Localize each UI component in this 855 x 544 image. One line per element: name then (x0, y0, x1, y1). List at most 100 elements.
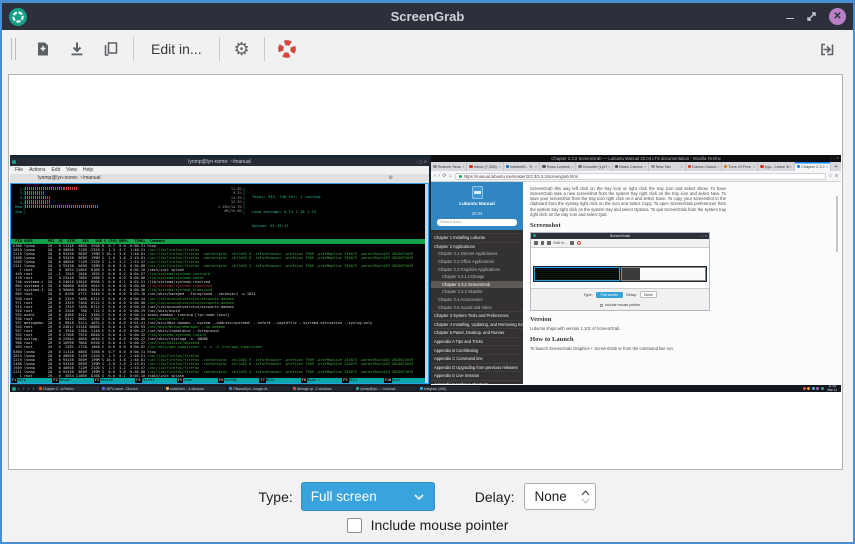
reload-icon: ⟳ (442, 174, 446, 179)
thumb-browser-tab: Inbox (7,358)× (467, 162, 503, 171)
htop-fkey-bar: F1HelpF2SetupF3SearchF4FilterF5TreeF6Sor… (11, 378, 425, 383)
tab-close-icon: × (790, 165, 792, 169)
settings-button[interactable]: ⚙ (225, 34, 259, 64)
close-button[interactable]: ✕ (829, 8, 846, 25)
taskbar-app-icon (293, 387, 296, 390)
tab-favicon (797, 165, 801, 169)
screengrab-logo-button[interactable] (270, 34, 304, 64)
taskbar-window-label: telegram (265) (424, 387, 446, 391)
manual-nav-item: Chapter 2.5 Sound and Video (431, 303, 523, 311)
manual-paragraph: ScreenGrab this way left click on the tr… (530, 186, 726, 217)
manual-nav-item: Chapter 2.2 Office Applications (431, 258, 523, 266)
quit-button[interactable] (810, 34, 844, 64)
taskbar-window-label: lximage-qt - 2 windows (297, 387, 331, 391)
htop-fkey: F4Filter (135, 378, 176, 383)
manual-nav-item: Chapter 2.3.2 ScreenGrab (431, 281, 523, 289)
taskbar-app-icon (420, 387, 423, 390)
fkey-label: Kill (349, 378, 384, 383)
toolbar: Edit in... ⚙ (2, 30, 853, 68)
save-button[interactable] (60, 34, 94, 64)
manual-nav-item: Chapter 2.1 Internet Applications (431, 250, 523, 258)
thumb-workspace-pager: 1 2 3 4 (18, 387, 36, 391)
toolbar-separator (264, 37, 265, 61)
meter-fill-red (41, 191, 45, 195)
screengrab-logo-icon (278, 40, 296, 58)
tray-icon (812, 387, 815, 390)
manual-nav-item: Chapter 2.4 Accessories (431, 296, 523, 304)
spin-down-icon[interactable] (581, 498, 590, 504)
toolbar-drag-handle[interactable] (11, 38, 16, 60)
mini-app-icon (533, 234, 536, 237)
tab-title: Tons Of Free Co (728, 164, 752, 169)
toolbar-separator (133, 37, 134, 61)
htop-fkey: F8Nice + (301, 378, 342, 383)
fkey-number: F10 (384, 378, 393, 383)
delay-spinbox[interactable]: None (524, 483, 596, 510)
meter-fill-red (45, 200, 52, 204)
include-pointer-label[interactable]: Include mouse pointer (371, 517, 509, 533)
htop-meter: 3[11.3%] (13, 195, 245, 200)
process-command: /usr/lib/firefox/firefox -contentproc -c… (145, 264, 413, 268)
meter-bar: 9.2% (25, 191, 242, 195)
screenshot-heading: Screenshot (530, 222, 834, 229)
tab-title: linkdin69 - Tr (510, 164, 534, 169)
thumb-tab-gear-icon: ⚙ (389, 174, 393, 183)
manual-nav-item: Appendix C Command line (431, 354, 523, 363)
thumb-terminal-scrollbar (425, 184, 428, 383)
launch-text: To launch ScreenGrab Graphics ‣ ScreenGr… (530, 346, 726, 351)
thumb-new-tab-button: + (831, 162, 841, 171)
edit-in-button[interactable]: Edit in... (139, 34, 214, 64)
tab-close-icon: × (826, 165, 828, 169)
meter-fill-green (25, 205, 73, 209)
copy-button[interactable] (94, 34, 128, 64)
fkey-label: Nice - (266, 378, 301, 383)
meter-value: 11.3% (231, 196, 242, 200)
manual-nav-list: Chapter 1 Installing LubuntuChapter 2 Ap… (431, 233, 523, 384)
meter-fill-blue (73, 205, 99, 209)
tray-icon (807, 387, 810, 390)
fkey-label: Quit (392, 378, 425, 383)
thumb-browser-tab: Tons Of Free Co× (722, 162, 758, 171)
tab-favicon (724, 165, 728, 169)
thumb-taskbar: 1 2 3 4 Chapter 2...a FirefoxMPV-nome...… (10, 385, 841, 392)
type-combobox[interactable]: Full screen (301, 482, 435, 511)
spin-up-icon[interactable] (581, 490, 590, 496)
meter-fill-red (45, 196, 52, 200)
taskbar-window-label: Chapter 2...a Firefox (43, 387, 74, 391)
tab-favicon (506, 165, 510, 169)
version-text: Lubuntu ships with version 1.101 of Scre… (530, 326, 726, 331)
manual-nav-item: Chapter 5 Panel, Desktop, and Runner (431, 328, 523, 337)
tab-title: Restore Sessi (438, 164, 462, 169)
tab-favicon (760, 165, 764, 169)
meter-value: 12.5% (231, 200, 242, 204)
manual-nav-item: Chapter 2.3 Graphics Applications (431, 265, 523, 273)
thumb-terminal-tab: lynmp@lyn-nome: ~/manual ⚙ (10, 174, 429, 183)
thumb-terminal-window: lynmp@lyn-nome: ~/manual – ▢ ✕ FileActio… (10, 158, 429, 384)
new-screenshot-icon (35, 41, 51, 57)
tab-favicon (615, 165, 619, 169)
fkey-label: Filter (142, 378, 177, 383)
manual-content: ScreenGrab this way left click on the tr… (523, 182, 841, 384)
window-title: ScreenGrab (2, 9, 853, 24)
htop-meter: 4[12.5%] (13, 200, 245, 205)
meter-bar: 0K/14.6G (25, 209, 242, 213)
htop-meter: 1[11.8%] (13, 186, 245, 191)
padlock-icon (459, 175, 462, 178)
new-screenshot-button[interactable] (26, 34, 60, 64)
maximize-button[interactable] (805, 10, 818, 23)
thumb-manual-sidebar: Lubuntu Manual 20.04 Search docs Chapter… (431, 182, 523, 384)
type-label: Type: (259, 489, 293, 505)
meter-fill-green (25, 187, 64, 191)
tab-favicon (433, 165, 437, 169)
include-pointer-checkbox[interactable] (347, 518, 362, 533)
meter-bar: 11.8% (25, 187, 242, 191)
app-icon (9, 8, 27, 26)
thumb-browser-tab: Rosa Luxembu× (540, 162, 576, 171)
htop-fkey: F6SortBy (218, 378, 259, 383)
fkey-label: Tree (183, 378, 218, 383)
manual-search-box: Search docs (437, 219, 517, 226)
fkey-label: Help (17, 378, 52, 383)
fkey-label: Search (100, 378, 135, 383)
htop-process-list: 6360 lynmp 20 0 11116 4868 3268 R 0.7 0.… (11, 244, 428, 384)
minimize-button[interactable]: – (786, 10, 794, 24)
